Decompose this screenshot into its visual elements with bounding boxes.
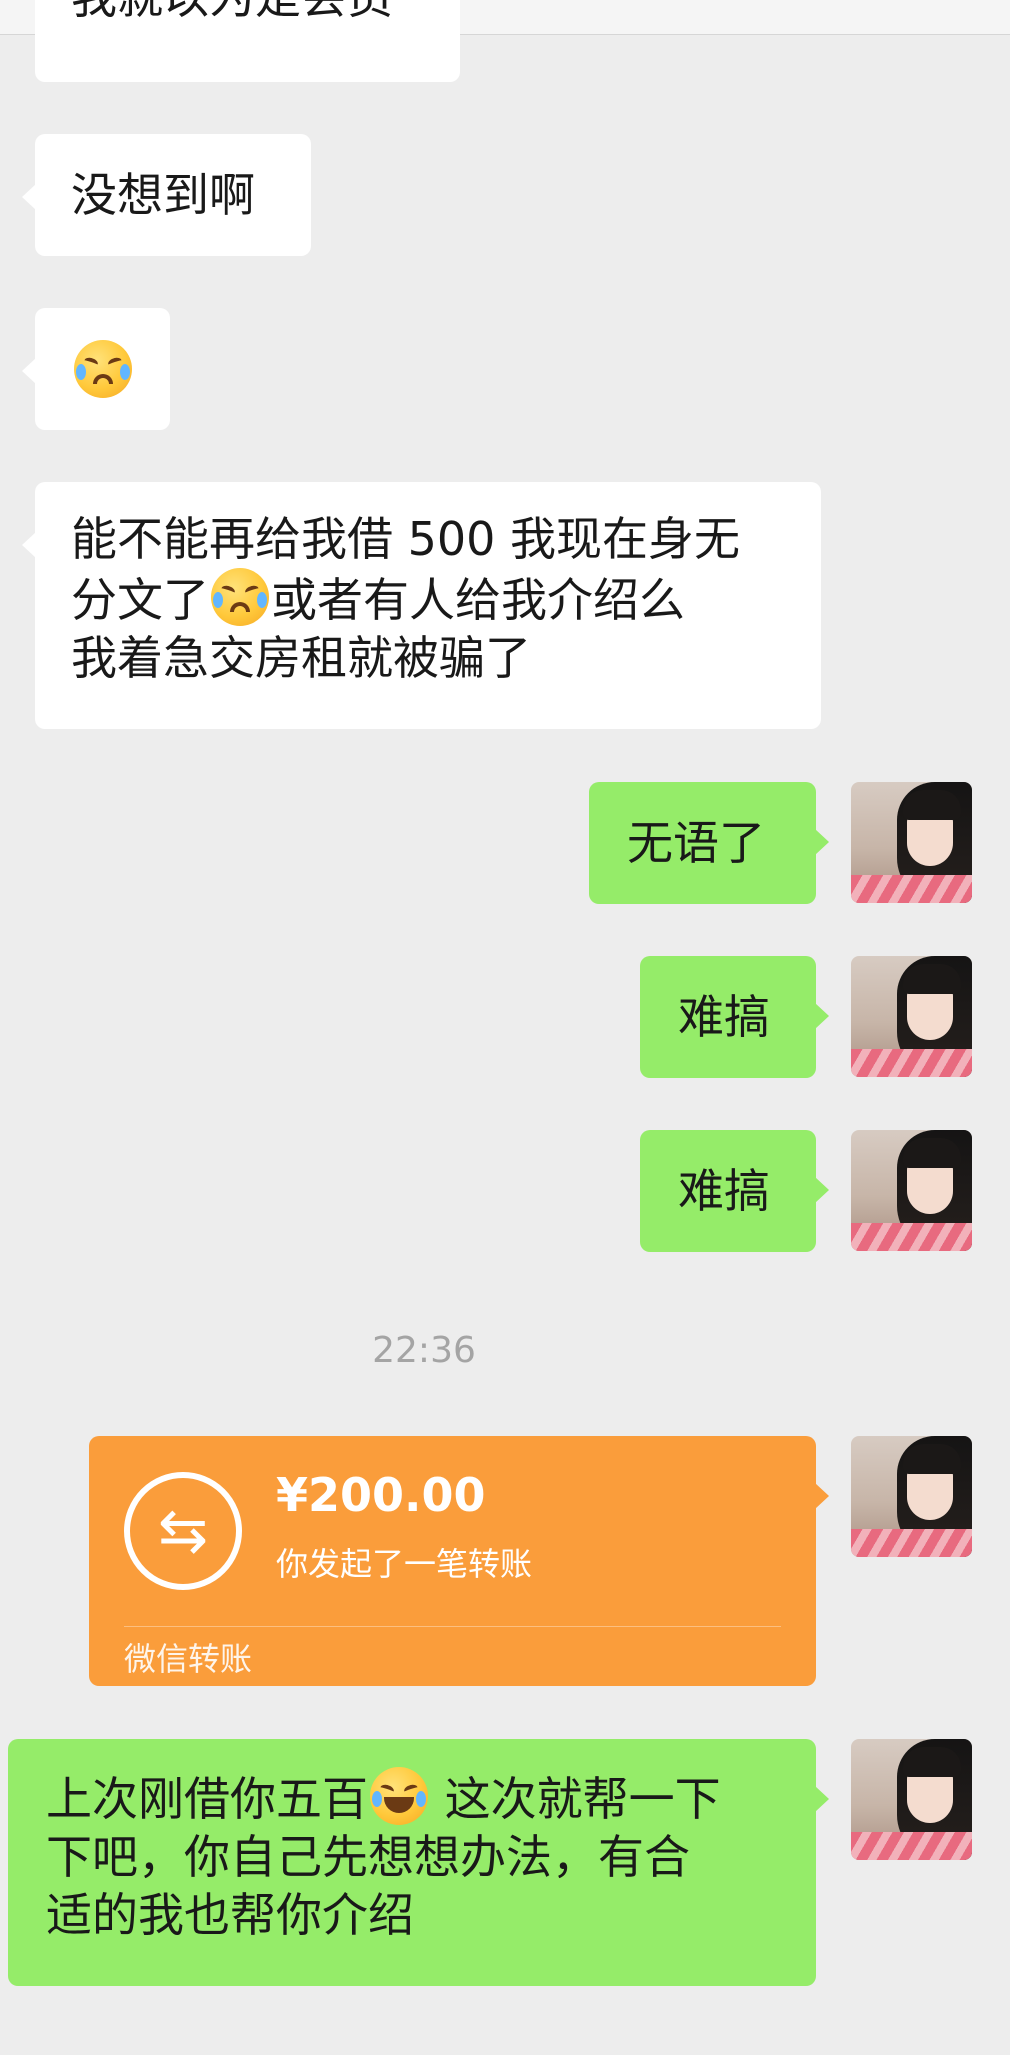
user-avatar[interactable]: [851, 1739, 972, 1860]
laughing-crying-face-icon: [370, 1767, 428, 1825]
chat-message-outgoing[interactable]: 无语了: [589, 782, 829, 904]
user-avatar[interactable]: [851, 1436, 972, 1557]
user-avatar[interactable]: [851, 782, 972, 903]
chat-message-incoming[interactable]: 能不能再给我借 500 我现在身无 分文了 或者有人给我介绍么 我着急交房租就被骗…: [22, 482, 821, 729]
transfer-amount: ¥200.00: [276, 1468, 486, 1522]
chat-message-incoming[interactable]: 我就以为是会员: [35, 0, 460, 82]
chat-message-outgoing[interactable]: 难搞: [640, 956, 829, 1078]
crying-face-icon: [74, 340, 132, 398]
user-avatar[interactable]: [851, 956, 972, 1077]
message-text: 没想到啊: [71, 168, 255, 222]
crying-face-icon: [211, 568, 269, 626]
message-text: 难搞: [678, 990, 770, 1044]
chat-message-outgoing[interactable]: 上次刚借你五百 这次就帮一下 下吧，你自己先想想办法，有合 适的我也帮你介绍: [8, 1739, 829, 1986]
transfer-arrows-icon: ⇆: [124, 1472, 242, 1590]
message-text: 难搞: [678, 1164, 770, 1218]
chat-message-outgoing[interactable]: 难搞: [640, 1130, 829, 1252]
divider: [124, 1626, 781, 1627]
message-text: 上次刚借你五百: [46, 1772, 368, 1826]
chat-timestamp: 22:36: [372, 1330, 476, 1371]
message-text: 我就以为是会员: [71, 0, 393, 26]
transfer-footer-label: 微信转账: [124, 1640, 253, 1678]
chat-message-incoming[interactable]: [22, 308, 170, 430]
user-avatar[interactable]: [851, 1130, 972, 1251]
transfer-card[interactable]: ⇆ ¥200.00 你发起了一笔转账 微信转账: [89, 1436, 829, 1686]
chat-message-incoming[interactable]: 没想到啊: [22, 134, 311, 256]
message-text: 无语了: [627, 816, 765, 870]
transfer-description: 你发起了一笔转账: [276, 1545, 533, 1583]
